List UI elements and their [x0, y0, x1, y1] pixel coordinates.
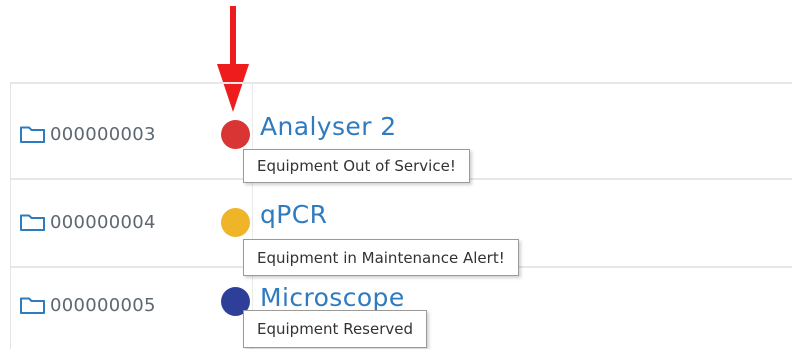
- status-out-of-service-indicator[interactable]: [221, 120, 250, 149]
- equipment-name-link[interactable]: qPCR: [260, 199, 327, 231]
- equipment-id-cell[interactable]: 000000004: [19, 210, 156, 234]
- status-tooltip: Equipment Out of Service!: [243, 149, 470, 183]
- table-row: 000000003 Analyser 2 Equipment Out of Se…: [11, 90, 792, 183]
- equipment-id-cell[interactable]: 000000003: [19, 122, 156, 146]
- status-maintenance-alert-indicator[interactable]: [221, 208, 250, 237]
- folder-icon[interactable]: [19, 295, 46, 315]
- equipment-id: 000000005: [50, 294, 156, 316]
- equipment-table: 000000003 Analyser 2 Equipment Out of Se…: [10, 82, 792, 349]
- folder-icon[interactable]: [19, 212, 46, 232]
- folder-icon[interactable]: [19, 124, 46, 144]
- equipment-name-link[interactable]: Analyser 2: [260, 111, 397, 143]
- equipment-id-cell[interactable]: 000000005: [19, 293, 156, 317]
- equipment-id: 000000003: [50, 123, 156, 145]
- equipment-id: 000000004: [50, 211, 156, 233]
- status-tooltip: Equipment in Maintenance Alert!: [243, 239, 519, 276]
- status-tooltip: Equipment Reserved: [243, 310, 428, 348]
- table-top-border: [11, 82, 792, 84]
- table-row: 000000005 Microscope Equipment Reserved: [11, 266, 792, 349]
- table-row: 000000004 qPCR Equipment in Maintenance …: [11, 178, 792, 276]
